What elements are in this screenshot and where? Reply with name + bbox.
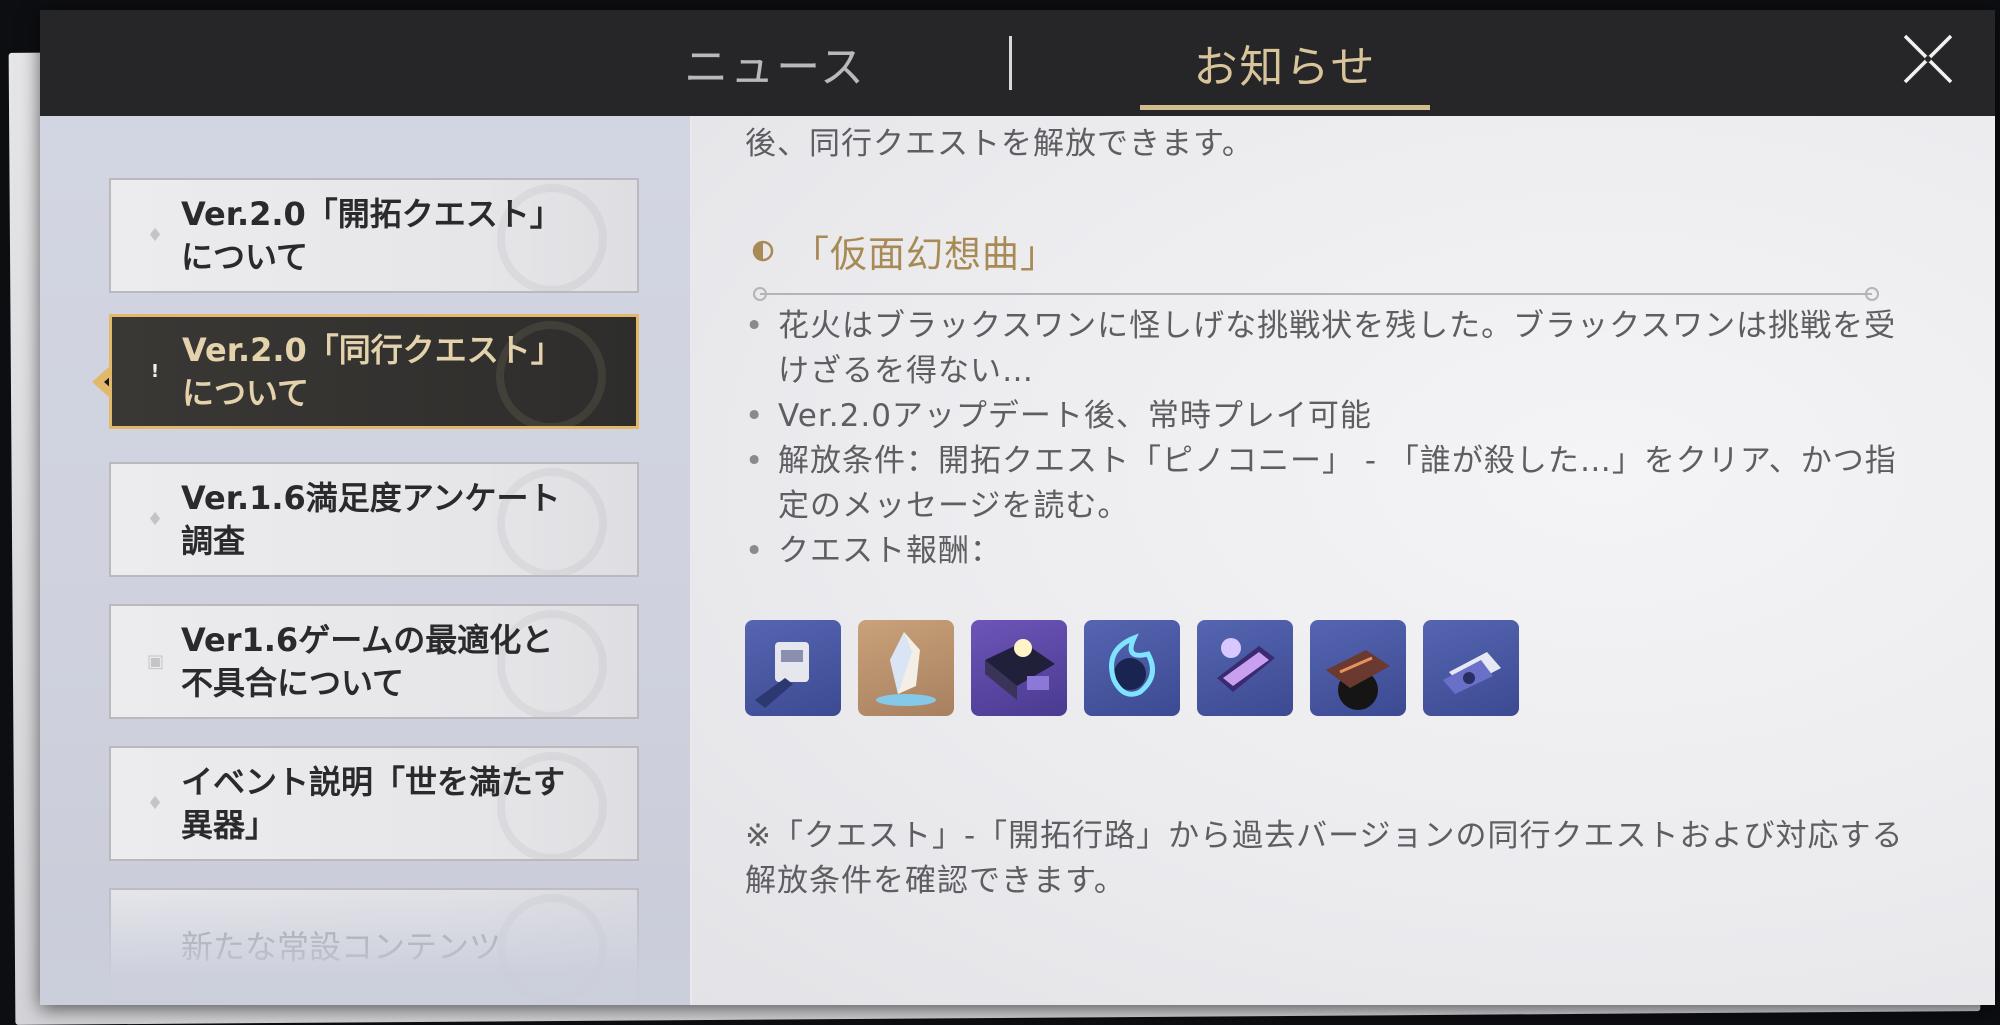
blue-flame-orb-icon[interactable] — [1084, 620, 1180, 716]
tab-notice-label: お知らせ — [1193, 42, 1377, 93]
list-item[interactable]: 新たな常設コンテンツ — [109, 888, 639, 1003]
list-item-label: Ver.1.6満足度アンケート調査 — [181, 478, 561, 560]
exp-book-icon[interactable] — [971, 620, 1067, 716]
list-item[interactable]: ▣ Ver1.6ゲームの最適化と不具合について — [109, 604, 639, 719]
section-divider — [753, 287, 1879, 301]
announcement-list[interactable]: ♦ Ver.2.0「開拓クエスト」について ! Ver.2.0「同行クエスト」に… — [40, 116, 690, 1005]
announcement-content[interactable]: 後、同行クエストを解放できます。 「仮面幻想曲」 花火はブラックスワンに怪しげな… — [692, 116, 1995, 1005]
exclamation-icon: ! — [150, 360, 160, 382]
section-heading: 「仮面幻想曲」 — [752, 224, 1058, 278]
close-button[interactable] — [1899, 30, 1957, 88]
reward-list — [745, 620, 1519, 716]
list-item[interactable]: ♦ イベント説明「世を満たす異器」 — [109, 746, 639, 861]
detail-bullets: 花火はブラックスワンに怪しげな挑戦状を残した。ブラックスワンは挑戦を受けざるを得… — [745, 304, 1925, 574]
card-icon[interactable] — [1423, 620, 1519, 716]
ticket-icon[interactable] — [1197, 620, 1293, 716]
credit-device-icon[interactable] — [745, 620, 841, 716]
bullet-item: Ver.2.0アップデート後、常時プレイ可能 — [745, 394, 1925, 439]
list-item-label: Ver.2.0「同行クエスト」について — [182, 330, 563, 412]
list-item-label: イベント説明「世を満たす異器」 — [181, 762, 566, 844]
list-item-label: 新たな常設コンテンツ — [181, 928, 502, 966]
bullet-item: クエスト報酬： — [745, 529, 1925, 574]
unread-dot-icon: ♦ — [147, 792, 164, 814]
bullet-item: 解放条件：開拓クエスト「ピノコニー」 - 「誰が殺した…」をクリア、かつ指定のメ… — [745, 439, 1925, 529]
unread-dot-icon: ♦ — [147, 508, 164, 530]
half-moon-icon — [752, 240, 774, 262]
record-album-icon[interactable] — [1310, 620, 1406, 716]
content-text: 後、同行クエストを解放できます。 — [745, 126, 1254, 162]
unread-dot-icon: ♦ — [147, 224, 164, 246]
crystal-icon[interactable] — [858, 620, 954, 716]
close-icon — [1903, 34, 1953, 84]
list-item-label: Ver1.6ゲームの最適化と不具合について — [181, 620, 554, 702]
tab-divider — [1009, 36, 1012, 90]
footnote-text: ※「クエスト」-「開拓行路」から過去バージョンの同行クエストおよび対応する解放条… — [745, 818, 1904, 899]
bullet-item: 花火はブラックスワンに怪しげな挑戦状を残した。ブラックスワンは挑戦を受けざるを得… — [745, 304, 1925, 394]
section-title: 「仮面幻想曲」 — [792, 233, 1058, 276]
list-item-active[interactable]: ! Ver.2.0「同行クエスト」について — [109, 314, 639, 429]
tab-news[interactable]: ニュース — [565, 10, 985, 116]
tool-icon: ▣ — [147, 650, 165, 672]
notice-window: ニュース お知らせ ♦ Ver.2.0「開拓クエスト」について ! Ver.2.… — [40, 10, 1995, 1005]
list-item[interactable]: ♦ Ver.1.6満足度アンケート調査 — [109, 462, 639, 577]
tab-bar: ニュース お知らせ — [40, 10, 1995, 116]
list-item[interactable]: ♦ Ver.2.0「開拓クエスト」について — [109, 178, 639, 293]
list-item-label: Ver.2.0「開拓クエスト」について — [181, 194, 562, 276]
tab-notice[interactable]: お知らせ — [1140, 10, 1430, 116]
active-tab-underline — [1140, 105, 1430, 110]
